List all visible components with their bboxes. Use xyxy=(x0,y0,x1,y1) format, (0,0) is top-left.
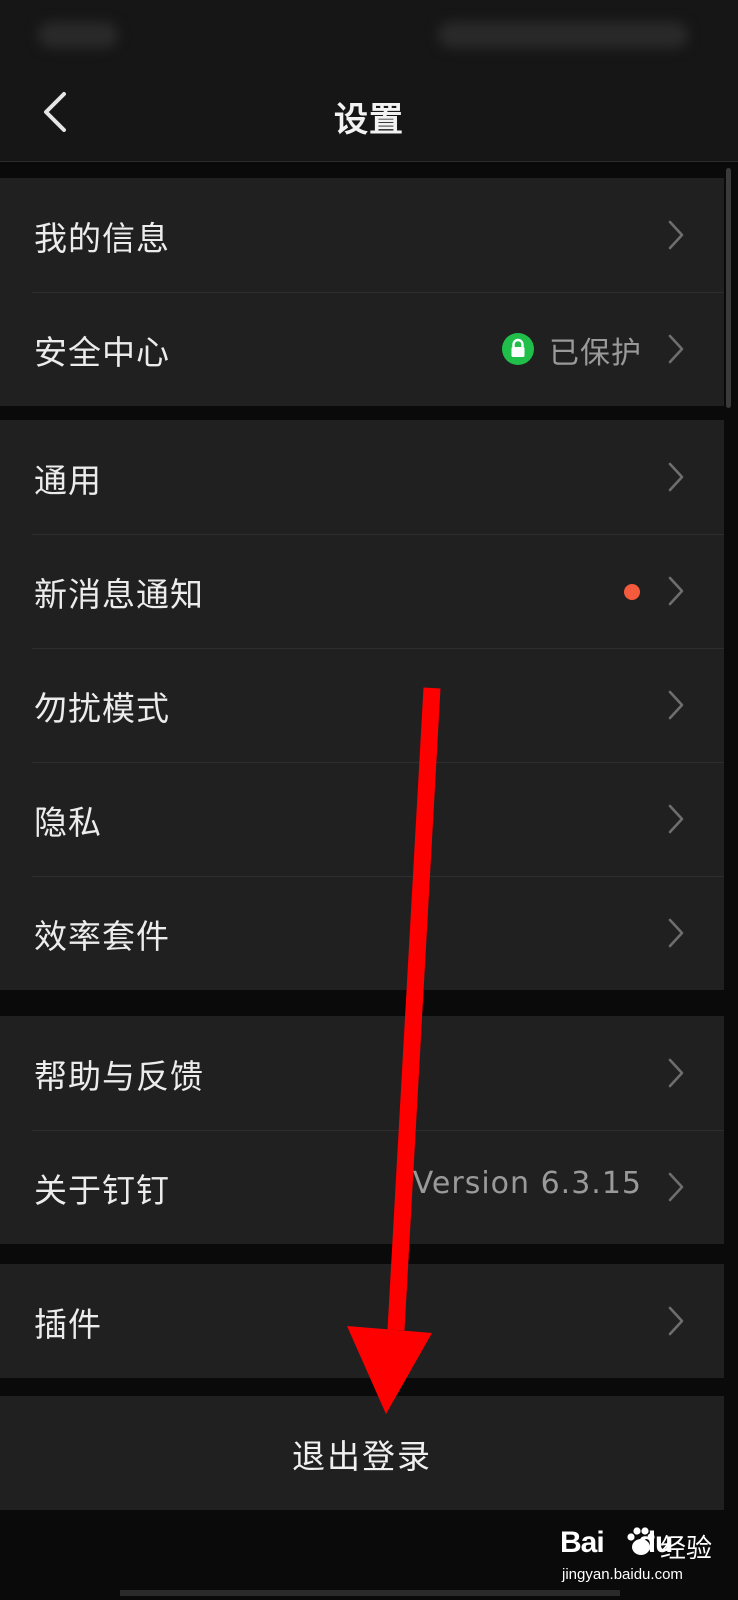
settings-item-label: 帮助与反馈 xyxy=(34,1057,204,1096)
settings-group-plugins: 插件 xyxy=(0,1264,724,1378)
status-bar-left-blurred xyxy=(38,22,118,48)
lock-icon xyxy=(502,333,534,365)
watermark-url: jingyan.baidu.com xyxy=(562,1566,683,1583)
chevron-right-icon xyxy=(668,804,684,834)
settings-item-label: 插件 xyxy=(34,1305,102,1344)
settings-item-label: 新消息通知 xyxy=(34,575,204,614)
baidu-jingyan-watermark: Bai du 经验 jingyan.baidu.com xyxy=(560,1520,720,1590)
home-indicator xyxy=(120,1590,620,1596)
settings-item-efficiency-suite[interactable]: 效率套件 xyxy=(0,876,724,990)
settings-item-plugins[interactable]: 插件 xyxy=(0,1264,724,1378)
chevron-right-icon xyxy=(668,220,684,250)
status-bar-right-blurred xyxy=(438,22,688,48)
chevron-right-icon xyxy=(668,334,684,364)
settings-item-label: 关于钉钉 xyxy=(34,1171,170,1210)
nav-bar: 设置 xyxy=(0,62,738,162)
chevron-right-icon xyxy=(668,462,684,492)
chevron-right-icon xyxy=(668,1306,684,1336)
settings-item-about[interactable]: 关于钉钉 Version 6.3.15 xyxy=(0,1130,724,1244)
logout-button[interactable]: 退出登录 xyxy=(0,1396,724,1510)
settings-item-label: 我的信息 xyxy=(34,219,170,258)
settings-item-label: 勿扰模式 xyxy=(34,689,170,728)
settings-item-label: 效率套件 xyxy=(34,917,170,956)
chevron-right-icon xyxy=(668,1172,684,1202)
app-version-value: Version 6.3.15 xyxy=(412,1166,642,1201)
chevron-right-icon xyxy=(668,918,684,948)
settings-item-label: 安全中心 xyxy=(34,333,170,372)
paw-icon xyxy=(627,1527,655,1555)
settings-item-general[interactable]: 通用 xyxy=(0,420,724,534)
settings-item-help-feedback[interactable]: 帮助与反馈 xyxy=(0,1016,724,1130)
settings-screen: 设置 我的信息 安全中心 已保护 通用 新消息通知 勿扰模式 隐私 效率套件 帮… xyxy=(0,0,738,1600)
status-bar xyxy=(0,0,738,62)
settings-item-my-info[interactable]: 我的信息 xyxy=(0,178,724,292)
settings-group-general: 通用 新消息通知 勿扰模式 隐私 效率套件 xyxy=(0,420,724,990)
chevron-right-icon xyxy=(668,576,684,606)
settings-item-security-center[interactable]: 安全中心 已保护 xyxy=(0,292,724,406)
settings-item-label: 隐私 xyxy=(34,803,102,842)
chevron-right-icon xyxy=(668,690,684,720)
settings-item-privacy[interactable]: 隐私 xyxy=(0,762,724,876)
page-title: 设置 xyxy=(334,100,404,140)
settings-group-account: 我的信息 安全中心 已保护 xyxy=(0,178,724,406)
notification-dot xyxy=(624,584,640,600)
settings-item-new-message-notification[interactable]: 新消息通知 xyxy=(0,534,724,648)
scrollbar[interactable] xyxy=(726,168,731,408)
chevron-right-icon xyxy=(668,1058,684,1088)
security-status-value: 已保护 xyxy=(549,336,642,371)
settings-item-do-not-disturb[interactable]: 勿扰模式 xyxy=(0,648,724,762)
settings-group-help: 帮助与反馈 关于钉钉 Version 6.3.15 xyxy=(0,1016,724,1244)
logout-label: 退出登录 xyxy=(292,1437,432,1476)
watermark-cn: 经验 xyxy=(660,1534,713,1564)
settings-item-label: 通用 xyxy=(34,461,102,500)
